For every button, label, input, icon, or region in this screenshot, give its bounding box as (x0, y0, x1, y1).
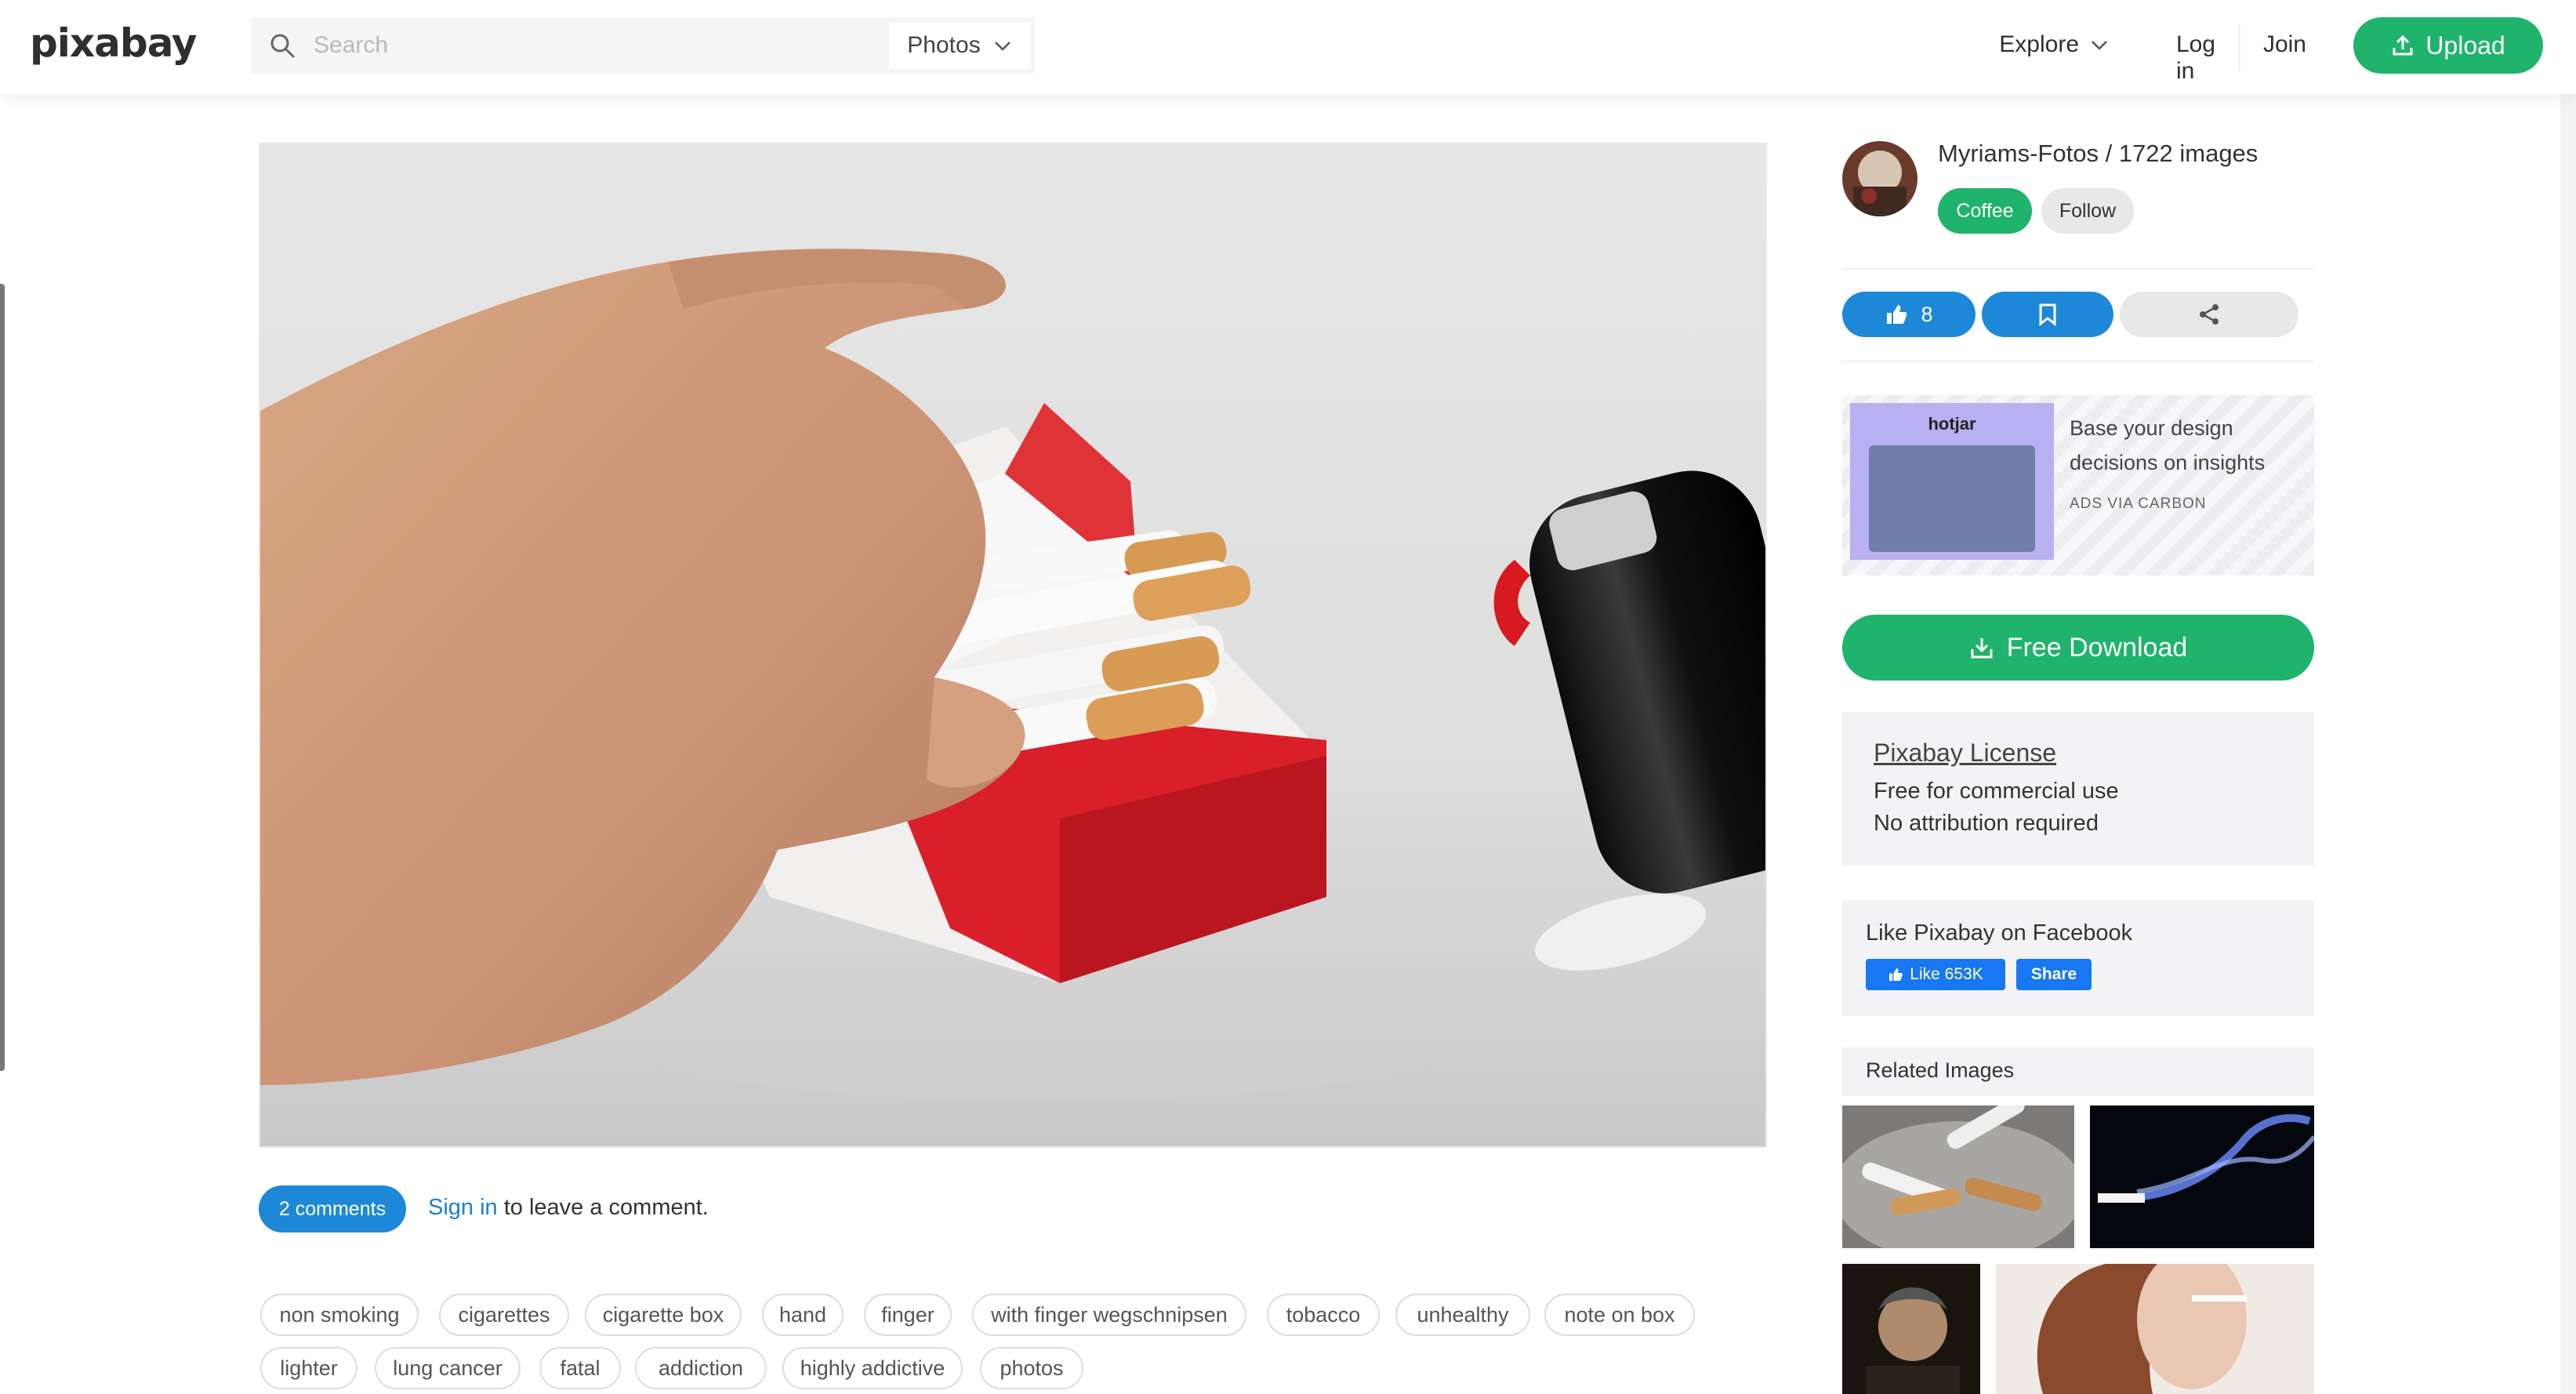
tag-chip[interactable]: with finger wegschnipsen (972, 1294, 1246, 1336)
ad-via-label[interactable]: ADS VIA CARBON (2070, 496, 2207, 513)
tag-chip[interactable]: cigarettes (439, 1294, 569, 1336)
tag-chip[interactable]: finger (864, 1294, 952, 1336)
explore-label: Explore (1999, 31, 2079, 57)
like-count: 8 (1921, 302, 1933, 326)
related-image-thumbnail[interactable] (2090, 1105, 2314, 1248)
thumbs-up-icon (1889, 968, 1903, 981)
related-image-thumbnail[interactable] (1842, 1264, 1980, 1394)
follow-button[interactable]: Follow (2041, 188, 2134, 234)
tag-chip[interactable]: hand (762, 1294, 844, 1336)
comment-signin-prompt: Sign in to leave a comment. (428, 1195, 709, 1221)
scrollbar-track[interactable] (2560, 94, 2576, 1394)
ad-screenshot (1869, 445, 2035, 552)
chevron-down-icon (2092, 41, 2107, 50)
like-button[interactable]: 8 (1842, 292, 1976, 337)
thumbs-up-icon (1887, 305, 1907, 324)
facebook-title: Like Pixabay on Facebook (1866, 920, 2133, 946)
photo-illustration (260, 144, 1765, 1146)
license-line-commercial: Free for commercial use (1874, 779, 2119, 804)
sidebar-divider (1842, 268, 2314, 270)
tag-chip[interactable]: lung cancer (375, 1347, 521, 1389)
facebook-box: Like Pixabay on Facebook Like 653K Share (1842, 900, 2314, 1016)
related-image (1842, 1105, 2074, 1248)
signin-link[interactable]: Sign in (428, 1195, 498, 1220)
free-download-button[interactable]: Free Download (1842, 615, 2314, 681)
facebook-like-button[interactable]: Like 653K (1866, 959, 2005, 990)
tag-chip[interactable]: highly addictive (782, 1347, 963, 1389)
tag-chip[interactable]: unhealthy (1395, 1294, 1530, 1336)
explore-menu[interactable]: Explore (1999, 31, 2109, 58)
share-icon (2200, 304, 2219, 325)
related-image (1842, 1264, 1980, 1394)
ad-brand: hotjar (1928, 414, 1976, 434)
comments-count-button[interactable]: 2 comments (259, 1185, 406, 1232)
avatar-image (1842, 141, 1917, 216)
related-image (1996, 1264, 2314, 1394)
top-header: pixabay Photos Explore Log in Join Uploa… (0, 0, 2576, 94)
coffee-button[interactable]: Coffee (1938, 188, 2032, 234)
facebook-like-label: Like 653K (1910, 965, 1983, 983)
nav-divider (2239, 24, 2240, 71)
author-name[interactable]: Myriams-Fotos / 1722 images (1938, 140, 2258, 168)
left-panel-edge (0, 284, 5, 1071)
share-button[interactable] (2120, 292, 2298, 337)
carbon-ad[interactable]: hotjar Base your design decisions on ins… (1842, 395, 2314, 575)
ad-text[interactable]: Base your design decisions on insights (2070, 411, 2305, 480)
related-image (2090, 1105, 2314, 1248)
login-link[interactable]: Log in (2176, 31, 2215, 85)
search-bar[interactable]: Photos (251, 17, 1035, 74)
related-images-title: Related Images (1842, 1047, 2314, 1096)
pixabay-logo[interactable]: pixabay (30, 20, 198, 66)
facebook-share-button[interactable]: Share (2016, 959, 2092, 990)
download-icon (1971, 638, 1993, 659)
tag-chip[interactable]: cigarette box (585, 1294, 742, 1336)
search-type-label: Photos (907, 32, 981, 58)
tag-chip[interactable]: tobacco (1267, 1294, 1380, 1336)
bookmark-icon (2039, 303, 2056, 326)
related-image-thumbnail[interactable] (1996, 1264, 2314, 1394)
signin-prompt-text: to leave a comment. (497, 1195, 709, 1220)
facebook-buttons: Like 653K Share (1866, 959, 2291, 990)
search-type-dropdown[interactable]: Photos (889, 22, 1030, 69)
author-avatar[interactable] (1842, 141, 1917, 216)
upload-label: Upload (2425, 31, 2505, 60)
tag-chip[interactable]: non smoking (260, 1294, 419, 1336)
sidebar-divider (1842, 361, 2314, 362)
upload-icon (2393, 34, 2413, 56)
tag-chip[interactable]: fatal (539, 1347, 621, 1389)
tag-chip[interactable]: lighter (260, 1347, 357, 1389)
main-photo[interactable] (259, 143, 1767, 1148)
download-label: Free Download (2006, 632, 2188, 663)
license-line-attribution: No attribution required (1874, 811, 2099, 836)
license-box: Pixabay License Free for commercial use … (1842, 712, 2314, 866)
upload-button[interactable]: Upload (2353, 17, 2543, 74)
ad-image[interactable]: hotjar (1850, 403, 2054, 560)
bookmark-button[interactable] (1982, 292, 2113, 337)
search-input[interactable] (314, 32, 862, 59)
tag-chip[interactable]: note on box (1544, 1294, 1695, 1336)
chevron-down-icon (994, 42, 1010, 51)
join-link[interactable]: Join (2263, 31, 2306, 58)
tag-chip[interactable]: addiction (635, 1347, 767, 1389)
related-image-thumbnail[interactable] (1842, 1105, 2074, 1248)
license-link[interactable]: Pixabay License (1874, 739, 2283, 768)
search-icon[interactable] (251, 17, 314, 74)
tag-chip[interactable]: photos (980, 1347, 1083, 1389)
